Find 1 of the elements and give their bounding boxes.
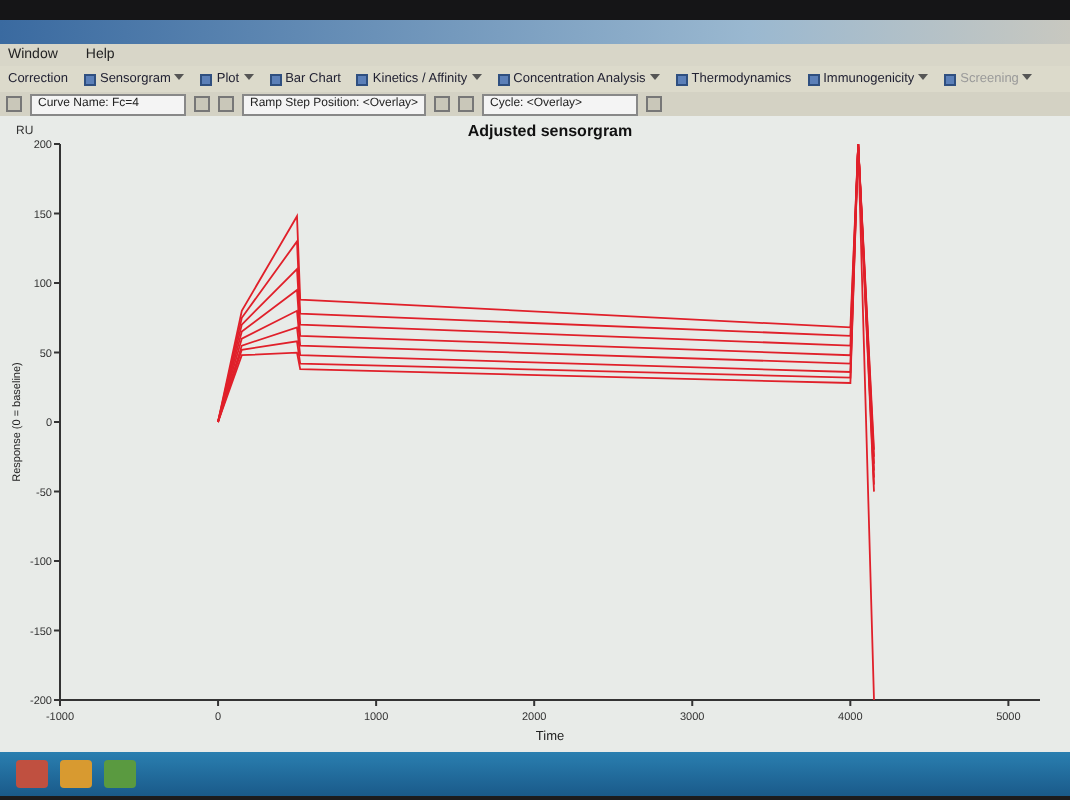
chart-title: Adjusted sensorgram — [467, 122, 633, 140]
